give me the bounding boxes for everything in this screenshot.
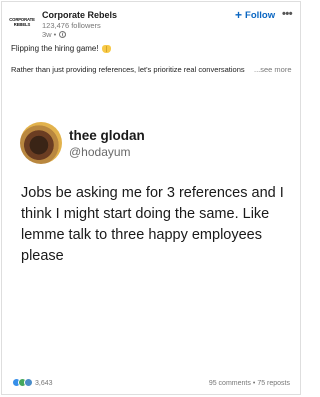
company-logo[interactable]: CORPORATE REBELS [9,12,35,34]
tweet-avatar [20,122,62,164]
post-text-line2: Rather than just providing references, l… [11,65,291,74]
see-more-link[interactable]: ...see more [252,65,292,74]
follow-label: Follow [245,10,276,21]
author-name[interactable]: Corporate Rebels [42,10,117,20]
post-meta: 3w • [42,30,67,39]
reposts-count[interactable]: 75 reposts [257,380,290,387]
tweet-handle: @hodayum [69,145,131,159]
feed-post-card: CORPORATE REBELS Corporate Rebels 123,47… [1,1,301,395]
post-text-headline: Flipping the hiring game! [11,44,99,53]
follow-button[interactable]: + Follow [235,8,276,22]
meta-separator: • [53,30,57,39]
stats-separator: • [252,380,256,387]
tweet-text: Jobs be asking me for 3 references and I… [21,185,284,264]
post-time: 3w [42,30,52,39]
reaction-icons[interactable] [12,378,33,387]
logo-text-line2: REBELS [13,22,31,27]
follower-count: 123,476 followers [42,21,101,30]
support-reaction-icon [24,378,33,387]
globe-icon [59,31,67,38]
post-text-body: Rather than just providing references, l… [11,65,245,74]
tweet-display-name: thee glodan [69,128,145,143]
plus-icon: + [235,8,243,22]
comments-count[interactable]: 95 comments [209,380,251,387]
reaction-count[interactable]: 3,643 [35,380,53,387]
social-counts: 3,643 95 comments • 75 reposts [2,374,300,394]
more-options-icon[interactable]: ••• [282,8,293,20]
tweet-image[interactable]: thee glodan @hodayum Jobs be asking me f… [2,82,300,372]
raised-hands-emoji-icon [101,44,111,53]
engagement-stats: 95 comments • 75 reposts [209,380,290,387]
post-text-line1: Flipping the hiring game! [11,44,111,53]
post-header: CORPORATE REBELS Corporate Rebels 123,47… [2,2,300,42]
